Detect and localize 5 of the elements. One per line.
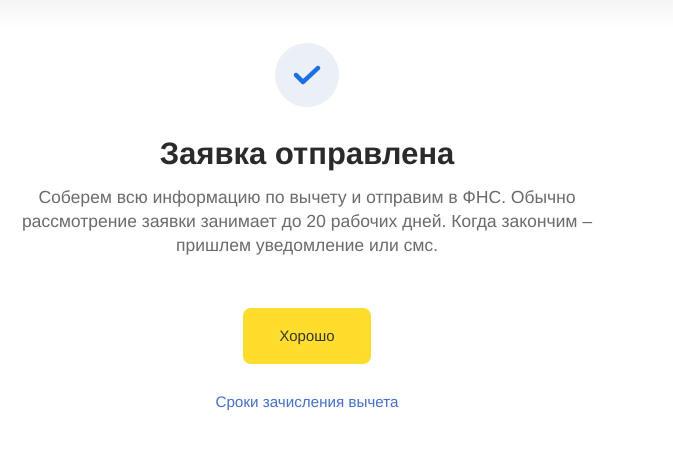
dialog-title: Заявка отправлена [160, 135, 454, 173]
ok-button[interactable]: Хорошо [243, 308, 371, 364]
message-text: Соберем всю информацию по вычету и отправим в ФНС. Обычно рассмотрение заявки занимает до 20 рабочих дней. Когда закончим – пришлем уведомление или смс. [20, 186, 594, 257]
deduction-terms-link[interactable]: Сроки зачисления вычета [216, 394, 398, 411]
checkmark-icon [293, 64, 321, 86]
